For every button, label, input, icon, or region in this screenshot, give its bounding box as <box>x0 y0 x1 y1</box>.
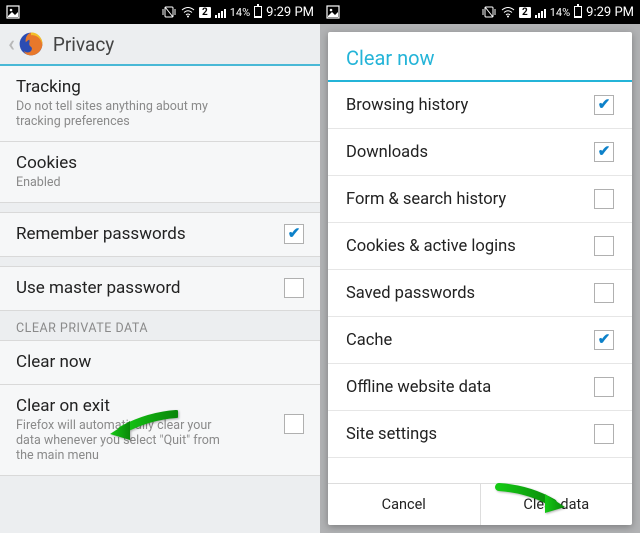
item-tracking[interactable]: Tracking Do not tell sites anything abou… <box>0 66 320 142</box>
item-clear-on-exit[interactable]: Clear on exit Firefox will automatically… <box>0 385 320 476</box>
dialog-option-label: Browsing history <box>346 96 468 115</box>
spacer <box>0 257 320 267</box>
clear-data-button[interactable]: Clear data <box>480 484 633 525</box>
dialog-option[interactable]: Site settings <box>328 411 632 458</box>
dialog-option[interactable]: Saved passwords <box>328 270 632 317</box>
dialog-option[interactable]: Cache <box>328 317 632 364</box>
cancel-button[interactable]: Cancel <box>328 484 480 525</box>
dialog-option[interactable]: Browsing history <box>328 82 632 129</box>
vibrate-icon <box>481 6 497 18</box>
signal-icon <box>215 7 226 18</box>
battery-icon <box>254 6 262 18</box>
item-subtitle: Firefox will automatically clear your da… <box>16 418 236 463</box>
dialog-option-checkbox[interactable] <box>594 377 614 397</box>
checkbox-clear-on-exit[interactable] <box>284 414 304 434</box>
dialog-option-checkbox[interactable] <box>594 236 614 256</box>
dialog-title: Clear now <box>328 32 632 82</box>
dialog-option-checkbox[interactable] <box>594 189 614 209</box>
battery-icon <box>574 6 582 18</box>
vibrate-icon <box>161 6 177 18</box>
checkbox-master-password[interactable] <box>284 278 304 298</box>
dialog-option[interactable]: Offline website data <box>328 364 632 411</box>
carrier-badge: 2 <box>519 7 531 18</box>
clear-now-dialog: Clear now Browsing history Downloads Form … <box>328 32 632 525</box>
status-time: 9:29 PM <box>586 5 634 20</box>
item-subtitle: Do not tell sites anything about my trac… <box>16 99 236 129</box>
item-title: Tracking <box>16 77 304 97</box>
dialog-option-label: Offline website data <box>346 378 491 397</box>
settings-list: Tracking Do not tell sites anything abou… <box>0 66 320 533</box>
status-bar: 2 14% 9:29 PM <box>320 0 640 24</box>
dialog-option[interactable]: Cookies & active logins <box>328 223 632 270</box>
image-placeholder-icon <box>326 5 340 19</box>
item-subtitle: Enabled <box>16 175 236 190</box>
battery-percent: 14% <box>550 6 570 19</box>
dialog-option-checkbox[interactable] <box>594 142 614 162</box>
image-placeholder-icon <box>6 5 20 19</box>
page-title: Privacy <box>53 33 114 56</box>
wifi-icon <box>181 7 195 18</box>
checkbox-remember-passwords[interactable] <box>284 224 304 244</box>
item-title: Remember passwords <box>16 224 186 244</box>
dialog-option[interactable]: Downloads <box>328 129 632 176</box>
dialog-option-label: Cache <box>346 331 392 350</box>
dialog-backdrop: Clear now Browsing history Downloads Form … <box>320 24 640 533</box>
section-clear-private-data: CLEAR PRIVATE DATA <box>0 311 320 341</box>
dialog-option-label: Downloads <box>346 143 428 162</box>
wifi-icon <box>501 7 515 18</box>
carrier-badge: 2 <box>199 7 211 18</box>
dialog-option-list: Browsing history Downloads Form & search h… <box>328 82 632 483</box>
item-cookies[interactable]: Cookies Enabled <box>0 142 320 203</box>
screen-privacy: 2 14% 9:29 PM ‹ Privacy Tracking Do not … <box>0 0 320 533</box>
item-title: Cookies <box>16 153 304 173</box>
spacer <box>0 203 320 213</box>
item-title: Clear on exit <box>16 396 236 416</box>
dialog-option-checkbox[interactable] <box>594 283 614 303</box>
item-master-password[interactable]: Use master password <box>0 267 320 311</box>
item-title: Use master password <box>16 278 181 298</box>
dialog-option-checkbox[interactable] <box>594 330 614 350</box>
dialog-option-label: Saved passwords <box>346 284 475 303</box>
signal-icon <box>535 7 546 18</box>
status-bar: 2 14% 9:29 PM <box>0 0 320 24</box>
status-time: 9:29 PM <box>266 5 314 20</box>
firefox-logo-icon <box>17 30 45 58</box>
dialog-option-label: Cookies & active logins <box>346 237 516 256</box>
item-remember-passwords[interactable]: Remember passwords <box>0 213 320 257</box>
screen-clear-dialog: 2 14% 9:29 PM Clear now Browsing history… <box>320 0 640 533</box>
dialog-option-label: Form & search history <box>346 190 506 209</box>
back-icon[interactable]: ‹ <box>8 32 15 57</box>
dialog-option[interactable]: Form & search history <box>328 176 632 223</box>
battery-percent: 14% <box>230 6 250 19</box>
dialog-option-label: Site settings <box>346 425 437 444</box>
dialog-buttons: Cancel Clear data <box>328 483 632 525</box>
dialog-option-checkbox[interactable] <box>594 95 614 115</box>
item-clear-now[interactable]: Clear now <box>0 341 320 385</box>
app-header: ‹ Privacy <box>0 24 320 66</box>
item-title: Clear now <box>16 352 304 372</box>
dialog-option-checkbox[interactable] <box>594 424 614 444</box>
